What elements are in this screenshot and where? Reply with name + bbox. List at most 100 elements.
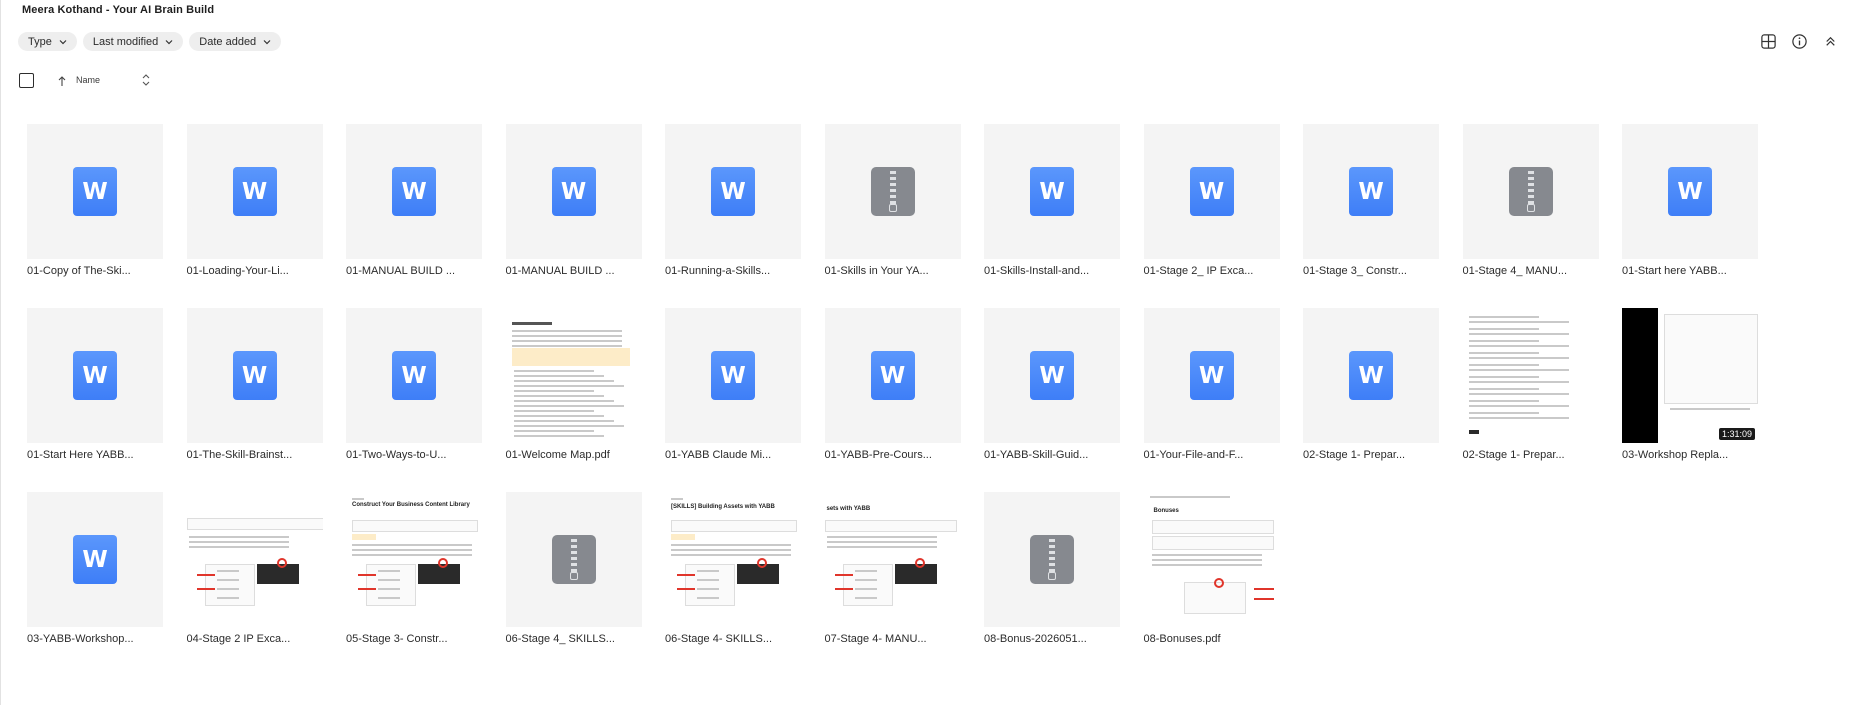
filter-date-added-label: Date added: [199, 35, 257, 48]
file-thumbnail: W: [346, 124, 482, 259]
file-grid: W 01-Copy of The-Ski... W 01-Loading-Your-L…: [27, 124, 1758, 645]
sort-toggle-icon[interactable]: [141, 72, 151, 88]
file-name: 01-MANUAL BUILD ...: [505, 265, 615, 277]
file-tile[interactable]: 01-Stage 4_ MANU...: [1462, 124, 1599, 277]
preview-callout-circle: [914, 558, 925, 568]
collapse-button[interactable]: [1820, 30, 1840, 52]
filter-type-dropdown[interactable]: Type: [18, 32, 77, 51]
file-name: 06-Stage 4_ SKILLS...: [505, 633, 615, 645]
file-tile[interactable]: W 02-Stage 1- Prepar...: [1303, 308, 1439, 461]
file-thumbnail: W: [1303, 308, 1439, 443]
file-name: 01-YABB-Pre-Cours...: [824, 449, 932, 461]
file-thumbnail: W: [27, 124, 163, 259]
name-column-header[interactable]: Name: [76, 75, 100, 85]
word-doc-icon: W: [1189, 351, 1234, 400]
file-tile[interactable]: W 01-YABB-Pre-Cours...: [824, 308, 961, 461]
preview-text-line: [216, 579, 239, 581]
file-name: 01-Start Here YABB...: [27, 449, 134, 461]
file-tile[interactable]: 04-Stage 2 IP Exca...: [186, 492, 323, 645]
file-tile[interactable]: 08-Bonus-2026051...: [984, 492, 1120, 645]
filter-date-added-dropdown[interactable]: Date added: [189, 32, 282, 51]
preview-text-line: [826, 546, 937, 548]
preview-text-line: [1468, 357, 1569, 359]
info-button[interactable]: [1789, 30, 1809, 52]
preview-text-line: [1670, 408, 1750, 410]
file-name: 01-Loading-Your-Li...: [186, 265, 289, 277]
file-name: 02-Stage 1- Prepar...: [1462, 449, 1565, 461]
file-tile[interactable]: 06-Stage 4_ SKILLS...: [505, 492, 642, 645]
file-tile[interactable]: W 01-Start here YABB...: [1622, 124, 1758, 277]
file-name: 01-Copy of The-Ski...: [27, 265, 131, 277]
file-tile[interactable]: 01-Skills in Your YA...: [824, 124, 961, 277]
file-tile[interactable]: W 01-Running-a-Skills...: [665, 124, 801, 277]
file-tile[interactable]: W 01-Copy of The-Ski...: [27, 124, 163, 277]
file-tile[interactable]: W 01-YABB Claude Mi...: [665, 308, 801, 461]
preview-text-line: [671, 544, 791, 546]
folder-title: Meera Kothand - Your AI Brain Build: [22, 4, 215, 16]
preview-text-line: [513, 415, 604, 417]
document-preview-thumbnail: Bonuses: [1143, 492, 1280, 627]
preview-text-line: [511, 330, 622, 332]
preview-text-line: [1468, 412, 1539, 414]
file-tile[interactable]: W 01-Skills-Install-and...: [984, 124, 1120, 277]
preview-text-line: [1468, 333, 1569, 335]
document-preview-thumbnail: [1462, 308, 1599, 443]
filter-type-label: Type: [28, 35, 52, 48]
select-all-checkbox[interactable]: [19, 73, 34, 88]
grid-view-button[interactable]: [1758, 30, 1778, 52]
file-thumbnail: W: [1622, 124, 1758, 259]
file-tile[interactable]: [SKILLS] Building Assets with YABB 06-Sta…: [665, 492, 801, 645]
preview-callout-circle: [438, 558, 448, 568]
filter-last-modified-dropdown[interactable]: Last modified: [82, 32, 184, 51]
preview-text-line: [513, 435, 604, 437]
document-preview-thumbnail: sets with YABB: [824, 492, 961, 627]
word-doc-icon: W: [232, 351, 277, 400]
file-tile[interactable]: W 01-MANUAL BUILD ...: [505, 124, 642, 277]
file-tile[interactable]: Bonuses 08-Bonuses.pdf: [1143, 492, 1280, 645]
preview-text-line: [188, 546, 289, 548]
preview-text-line: [1468, 381, 1569, 383]
preview-text-line: [1151, 564, 1262, 566]
preview-text-line: [511, 340, 622, 342]
preview-arrow: [196, 574, 215, 576]
preview-text-line: [513, 380, 614, 382]
preview-tooltip: [894, 564, 937, 584]
file-tile[interactable]: Construct Your Business Content Library 0…: [346, 492, 482, 645]
preview-button: [1468, 430, 1479, 434]
file-thumbnail: W: [1143, 124, 1280, 259]
preview-text-line: [216, 570, 239, 572]
file-tile[interactable]: W 01-The-Skill-Brainst...: [186, 308, 323, 461]
file-tile[interactable]: W 01-Two-Ways-to-U...: [346, 308, 482, 461]
preview-panel: [1183, 582, 1246, 614]
filter-bar: Type Last modified Date added: [18, 32, 282, 51]
word-doc-icon: W: [1349, 351, 1393, 400]
preview-text-line: [378, 579, 400, 581]
file-tile[interactable]: W 01-Start Here YABB...: [27, 308, 163, 461]
preview-text-line: [697, 588, 719, 590]
preview-text-line: [697, 579, 719, 581]
word-doc-icon: W: [711, 351, 755, 400]
preview-callout-circle: [1213, 578, 1224, 588]
zipper-icon: [1049, 539, 1055, 575]
file-tile[interactable]: sets with YABB 07-Stage 4- MANU...: [824, 492, 961, 645]
word-doc-icon: W: [711, 167, 755, 216]
file-tile[interactable]: W 01-MANUAL BUILD ...: [346, 124, 482, 277]
preview-text-line: [513, 430, 594, 432]
file-tile[interactable]: W 01-Stage 3_ Constr...: [1303, 124, 1439, 277]
file-tile[interactable]: 02-Stage 1- Prepar...: [1462, 308, 1599, 461]
file-tile[interactable]: W 03-YABB-Workshop...: [27, 492, 163, 645]
file-thumbnail: W: [27, 308, 163, 443]
document-preview-thumbnail: [SKILLS] Building Assets with YABB: [665, 492, 801, 627]
file-name: 03-Workshop Repla...: [1622, 449, 1729, 461]
zip-archive-icon: [870, 167, 915, 216]
file-tile[interactable]: W 01-Your-File-and-F...: [1143, 308, 1280, 461]
preview-callout-circle: [276, 558, 287, 568]
file-name: 04-Stage 2 IP Exca...: [186, 633, 291, 645]
zip-archive-icon: [1508, 167, 1553, 216]
file-tile[interactable]: W 01-Loading-Your-Li...: [186, 124, 323, 277]
file-tile[interactable]: 01-Welcome Map.pdf: [505, 308, 642, 461]
file-tile[interactable]: W 01-YABB-Skill-Guid...: [984, 308, 1120, 461]
file-tile[interactable]: 1:31:09 03-Workshop Repla...: [1622, 308, 1758, 461]
preview-heading: sets with YABB: [826, 506, 871, 512]
file-tile[interactable]: W 01-Stage 2_ IP Exca...: [1143, 124, 1280, 277]
